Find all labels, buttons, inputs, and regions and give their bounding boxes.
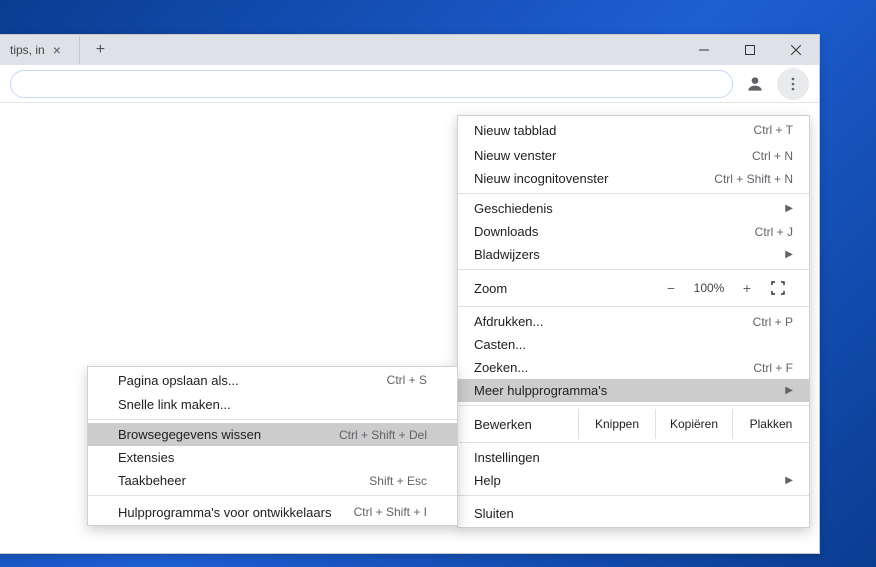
close-window-button[interactable] xyxy=(773,36,819,65)
chevron-right-icon: ▶ xyxy=(785,203,793,214)
label: Help xyxy=(474,473,501,488)
label: Instellingen xyxy=(474,450,540,465)
submenu-extensions[interactable]: Extensies xyxy=(88,446,457,469)
shortcut: Ctrl + P xyxy=(753,315,793,329)
window-controls xyxy=(681,36,819,65)
submenu-clear-browsing-data[interactable]: Browsegegevens wissen Ctrl + Shift + Del xyxy=(88,423,457,446)
menu-zoom: Zoom − 100% + xyxy=(458,273,809,303)
menu-new-window[interactable]: Nieuw venster Ctrl + N xyxy=(458,144,809,167)
label: Browsegegevens wissen xyxy=(118,427,261,442)
menu-incognito[interactable]: Nieuw incognitovenster Ctrl + Shift + N xyxy=(458,167,809,190)
menu-settings[interactable]: Instellingen xyxy=(458,446,809,469)
shortcut: Shift + Esc xyxy=(369,474,427,488)
browser-tab[interactable]: tips, in × xyxy=(0,35,71,65)
label: Nieuw tabblad xyxy=(474,123,556,138)
address-bar[interactable] xyxy=(10,70,733,98)
label: Geschiedenis xyxy=(474,201,553,216)
menu-find[interactable]: Zoeken... Ctrl + F xyxy=(458,356,809,379)
submenu-create-shortcut[interactable]: Snelle link maken... xyxy=(88,393,457,416)
separator xyxy=(458,193,809,194)
maximize-button[interactable] xyxy=(727,36,773,65)
menu-help[interactable]: Help ▶ xyxy=(458,469,809,492)
label: Extensies xyxy=(118,450,174,465)
chevron-right-icon: ▶ xyxy=(785,249,793,260)
shortcut: Ctrl + Shift + I xyxy=(354,505,427,519)
label: Meer hulpprogramma's xyxy=(474,383,607,398)
shortcut: Ctrl + N xyxy=(752,149,793,163)
separator xyxy=(458,306,809,307)
shortcut: Ctrl + T xyxy=(754,123,793,137)
tab-title: tips, in xyxy=(10,43,45,57)
zoom-value: 100% xyxy=(687,281,731,295)
separator xyxy=(88,419,457,420)
zoom-out-button[interactable]: − xyxy=(655,280,687,296)
label: Nieuw venster xyxy=(474,148,556,163)
shortcut: Ctrl + Shift + N xyxy=(714,172,793,186)
menu-history[interactable]: Geschiedenis ▶ xyxy=(458,197,809,220)
label: Snelle link maken... xyxy=(118,397,231,412)
submenu-dev-tools[interactable]: Hulpprogramma's voor ontwikkelaars Ctrl +… xyxy=(88,499,457,525)
label: Taakbeheer xyxy=(118,473,186,488)
chevron-right-icon: ▶ xyxy=(785,475,793,486)
menu-print[interactable]: Afdrukken... Ctrl + P xyxy=(458,310,809,333)
tab-strip: tips, in × + xyxy=(0,35,819,65)
label: Bewerken xyxy=(458,417,578,432)
separator xyxy=(458,495,809,496)
menu-downloads[interactable]: Downloads Ctrl + J xyxy=(458,220,809,243)
label: Bladwijzers xyxy=(474,247,540,262)
separator xyxy=(458,405,809,406)
label: Casten... xyxy=(474,337,526,352)
submenu-task-manager[interactable]: Taakbeheer Shift + Esc xyxy=(88,469,457,492)
separator xyxy=(458,269,809,270)
menu-edit-row: Bewerken Knippen Kopiëren Plakken xyxy=(458,409,809,439)
shortcut: Ctrl + Shift + Del xyxy=(339,428,427,442)
label: Hulpprogramma's voor ontwikkelaars xyxy=(118,505,331,520)
menu-bookmarks[interactable]: Bladwijzers ▶ xyxy=(458,243,809,266)
menu-exit[interactable]: Sluiten xyxy=(458,499,809,527)
chrome-menu: Nieuw tabblad Ctrl + T Nieuw venster Ctrl … xyxy=(457,115,810,528)
minimize-button[interactable] xyxy=(681,36,727,65)
shortcut: Ctrl + F xyxy=(753,361,793,375)
close-tab-icon[interactable]: × xyxy=(53,42,61,58)
label: Nieuw incognitovenster xyxy=(474,171,608,186)
new-tab-button[interactable]: + xyxy=(79,36,107,64)
shortcut: Ctrl + J xyxy=(755,225,793,239)
label: Afdrukken... xyxy=(474,314,543,329)
label: Sluiten xyxy=(474,506,514,521)
label: Zoom xyxy=(474,281,655,296)
label: Zoeken... xyxy=(474,360,528,375)
submenu-save-page[interactable]: Pagina opslaan als... Ctrl + S xyxy=(88,367,457,393)
shortcut: Ctrl + S xyxy=(387,373,427,387)
paste-button[interactable]: Plakken xyxy=(732,409,809,439)
menu-new-tab[interactable]: Nieuw tabblad Ctrl + T xyxy=(458,116,809,144)
label: Downloads xyxy=(474,224,538,239)
separator xyxy=(88,495,457,496)
fullscreen-icon[interactable] xyxy=(763,281,793,295)
menu-more-tools[interactable]: Meer hulpprogramma's ▶ xyxy=(458,379,809,402)
copy-button[interactable]: Kopiëren xyxy=(655,409,732,439)
profile-icon[interactable] xyxy=(739,68,771,100)
label: Pagina opslaan als... xyxy=(118,373,239,388)
kebab-menu-icon[interactable] xyxy=(777,68,809,100)
cut-button[interactable]: Knippen xyxy=(578,409,655,439)
toolbar xyxy=(0,65,819,103)
zoom-in-button[interactable]: + xyxy=(731,280,763,296)
separator xyxy=(458,442,809,443)
menu-cast[interactable]: Casten... xyxy=(458,333,809,356)
more-tools-submenu: Pagina opslaan als... Ctrl + S Snelle lin… xyxy=(87,366,458,526)
chevron-right-icon: ▶ xyxy=(785,385,793,396)
